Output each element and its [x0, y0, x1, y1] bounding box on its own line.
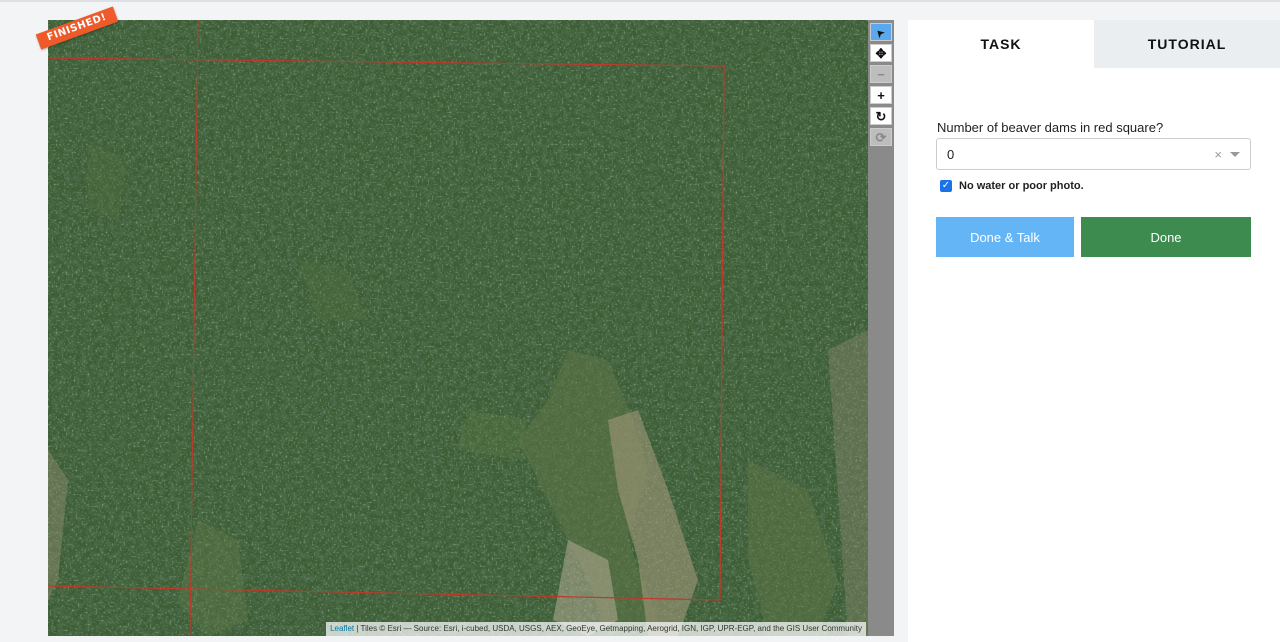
no-water-option[interactable]: ✓ No water or poor photo.	[940, 180, 1084, 192]
zoom-in-button[interactable]: +	[870, 86, 892, 104]
pan-button[interactable]: ✥	[870, 44, 892, 62]
page: Leaflet | Tiles © Esri — Source: Esri, i…	[0, 0, 1280, 642]
top-border	[0, 0, 1280, 2]
plus-icon: +	[877, 87, 885, 103]
reset-button[interactable]: ⟳	[870, 128, 892, 146]
map-attribution: Leaflet | Tiles © Esri — Source: Esri, i…	[326, 622, 866, 636]
map-toolbar: ➤ ✥ − + ↻ ⟳	[868, 20, 894, 636]
rotate-icon: ↻	[875, 108, 887, 124]
refresh-icon: ⟳	[875, 129, 887, 145]
done-button[interactable]: Done	[1081, 217, 1251, 257]
done-and-talk-button[interactable]: Done & Talk	[936, 217, 1074, 257]
question-label: Number of beaver dams in red square?	[937, 120, 1164, 135]
aerial-map[interactable]: Leaflet | Tiles © Esri — Source: Esri, i…	[48, 20, 868, 636]
clear-icon[interactable]: ×	[1214, 147, 1222, 162]
panel-tabs: TASK TUTORIAL	[908, 20, 1280, 68]
zoom-out-button[interactable]: −	[870, 65, 892, 83]
select-pointer-button[interactable]: ➤	[870, 23, 892, 41]
chevron-down-icon[interactable]	[1230, 152, 1240, 157]
checkmark-icon: ✓	[941, 180, 951, 191]
task-panel: TASK TUTORIAL Number of beaver dams in r…	[908, 20, 1280, 642]
minus-icon: −	[877, 66, 885, 82]
dam-count-select[interactable]: 0 ×	[936, 138, 1251, 170]
leaflet-link[interactable]: Leaflet	[330, 624, 354, 633]
attribution-text: | Tiles © Esri — Source: Esri, i-cubed, …	[354, 624, 862, 633]
no-water-checkbox[interactable]: ✓	[940, 180, 952, 192]
tab-task[interactable]: TASK	[908, 20, 1094, 68]
move-arrows-icon: ✥	[875, 45, 887, 61]
tab-tutorial[interactable]: TUTORIAL	[1094, 20, 1280, 68]
rotate-button[interactable]: ↻	[870, 107, 892, 125]
arrow-pointer-icon: ➤	[873, 25, 888, 40]
selected-value: 0	[947, 147, 955, 162]
no-water-label: No water or poor photo.	[959, 180, 1084, 192]
aerial-photo	[48, 20, 868, 636]
